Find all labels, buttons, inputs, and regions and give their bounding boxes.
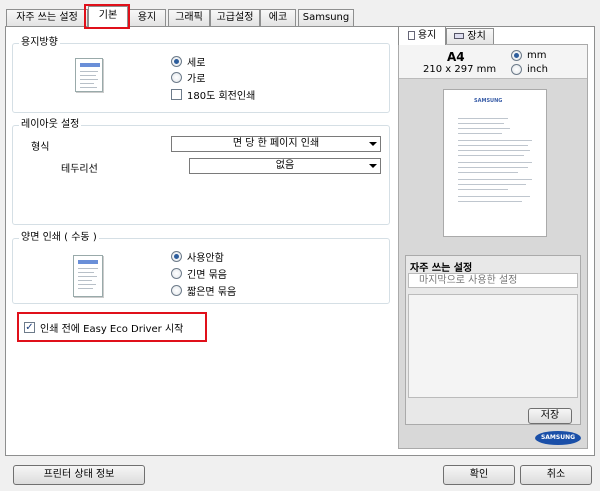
duplex-title: 양면 인쇄 ( 수동 ) <box>19 232 99 244</box>
tab-label: 용지 <box>417 30 437 41</box>
printer-status-button[interactable]: 프린터 상태 정보 <box>13 465 145 485</box>
checkbox-label: 180도 회전인쇄 <box>187 91 256 102</box>
tab-highlight-box <box>84 4 130 29</box>
radio-indicator <box>171 285 182 296</box>
tab-label: 에코 <box>268 12 288 23</box>
paper-preview: SAMSUNG <box>443 89 547 237</box>
duplex-preview-icon <box>73 255 103 297</box>
favorites-placeholder: 마지막으로 사용한 설정 <box>419 275 518 286</box>
orientation-title: 용지방향 <box>19 37 60 49</box>
orientation-portrait-radio[interactable]: 세로 <box>171 54 205 69</box>
radio-label: mm <box>527 50 547 61</box>
duplex-none-radio[interactable]: 사용안함 <box>171 249 224 264</box>
radio-indicator <box>171 56 182 67</box>
favorites-list[interactable] <box>408 294 578 398</box>
radio-indicator <box>511 64 522 75</box>
samsung-logo: SAMSUNG <box>535 431 581 445</box>
border-label: 테두리선 <box>61 164 98 175</box>
page-icon <box>407 30 415 40</box>
button-label: 취소 <box>546 469 566 480</box>
tab-label: Samsung <box>302 12 350 23</box>
button-label: 저장 <box>540 410 560 421</box>
radio-indicator <box>171 251 182 262</box>
radio-label: 가로 <box>187 74 206 85</box>
layout-title: 레이아웃 설정 <box>19 119 82 131</box>
tab-advanced[interactable]: 고급설정 <box>210 9 260 26</box>
select-value: 없음 <box>275 160 295 171</box>
radio-indicator <box>171 72 182 83</box>
favorites-panel: 자주 쓰는 설정 마지막으로 사용한 설정 저장 <box>405 255 581 425</box>
duplex-short-edge-radio[interactable]: 짧은면 묶음 <box>171 283 236 298</box>
tab-favorites[interactable]: 자주 쓰는 설정 <box>6 9 88 26</box>
paper-dimensions: 210 x 297 mm <box>423 64 497 75</box>
button-label: 확인 <box>469 469 489 480</box>
preview-tab-paper[interactable]: 용지 <box>398 26 446 45</box>
radio-label: 세로 <box>187 58 206 69</box>
duplex-group: 양면 인쇄 ( 수동 ) 사용안함 긴면 묶음 짧은면 묶음 <box>12 232 390 304</box>
radio-label: 사용안함 <box>187 253 224 264</box>
save-button[interactable]: 저장 <box>528 408 572 424</box>
paper-info-bar: A4 210 x 297 mm mm inch <box>399 45 587 79</box>
duplex-long-edge-radio[interactable]: 긴면 묶음 <box>171 266 227 281</box>
tab-eco[interactable]: 에코 <box>260 9 296 26</box>
button-label: 프린터 상태 정보 <box>43 469 115 480</box>
layout-group: 레이아웃 설정 형식 면 당 한 페이지 인쇄 테두리선 없음 <box>12 119 390 225</box>
unit-inch-radio[interactable]: inch <box>511 64 548 75</box>
unit-mm-radio[interactable]: mm <box>511 50 546 61</box>
orientation-preview-icon <box>75 58 103 92</box>
brand-text: SAMSUNG <box>540 434 576 441</box>
cancel-button[interactable]: 취소 <box>520 465 592 485</box>
tab-strip: 자주 쓰는 설정 기본 용지 그래픽 고급설정 에코 Samsung <box>0 0 600 29</box>
favorites-title: 자주 쓰는 설정 <box>410 263 473 274</box>
tab-label: 장치 <box>467 31 486 42</box>
border-select[interactable]: 없음 <box>189 158 381 174</box>
orientation-landscape-radio[interactable]: 가로 <box>171 70 205 85</box>
rotate-180-checkbox[interactable]: 180도 회전인쇄 <box>171 87 255 102</box>
tab-samsung[interactable]: Samsung <box>298 9 354 26</box>
chevron-down-icon <box>369 164 377 168</box>
layout-type-select[interactable]: 면 당 한 페이지 인쇄 <box>171 136 381 152</box>
preview-area: A4 210 x 297 mm mm inch SAMSUNG 자주 쓰는 설정 <box>398 44 588 449</box>
tab-label: 용지 <box>137 12 157 23</box>
radio-label: 짧은면 묶음 <box>187 287 237 298</box>
checkbox-indicator <box>171 89 182 100</box>
tab-paper[interactable]: 용지 <box>128 9 166 26</box>
tab-label: 고급설정 <box>216 12 254 23</box>
paper-logo: SAMSUNG <box>474 98 503 104</box>
ok-button[interactable]: 확인 <box>443 465 515 485</box>
eco-highlight-box <box>17 312 207 342</box>
orientation-group: 용지방향 세로 가로 180도 회전인쇄 <box>12 37 390 113</box>
favorites-input[interactable]: 마지막으로 사용한 설정 <box>408 273 578 288</box>
printer-icon <box>454 33 465 39</box>
layout-type-label: 형식 <box>31 142 50 153</box>
radio-indicator <box>511 50 522 61</box>
paper-size: A4 <box>447 50 465 64</box>
radio-indicator <box>171 268 182 279</box>
radio-label: 긴면 묶음 <box>187 270 227 281</box>
chevron-down-icon <box>369 142 377 146</box>
tab-graphics[interactable]: 그래픽 <box>168 9 210 26</box>
select-value: 면 당 한 페이지 인쇄 <box>232 138 320 149</box>
tab-label: 자주 쓰는 설정 <box>16 12 78 23</box>
tab-label: 그래픽 <box>175 12 203 23</box>
radio-label: inch <box>527 64 548 75</box>
preview-tab-device[interactable]: 장치 <box>446 28 494 45</box>
